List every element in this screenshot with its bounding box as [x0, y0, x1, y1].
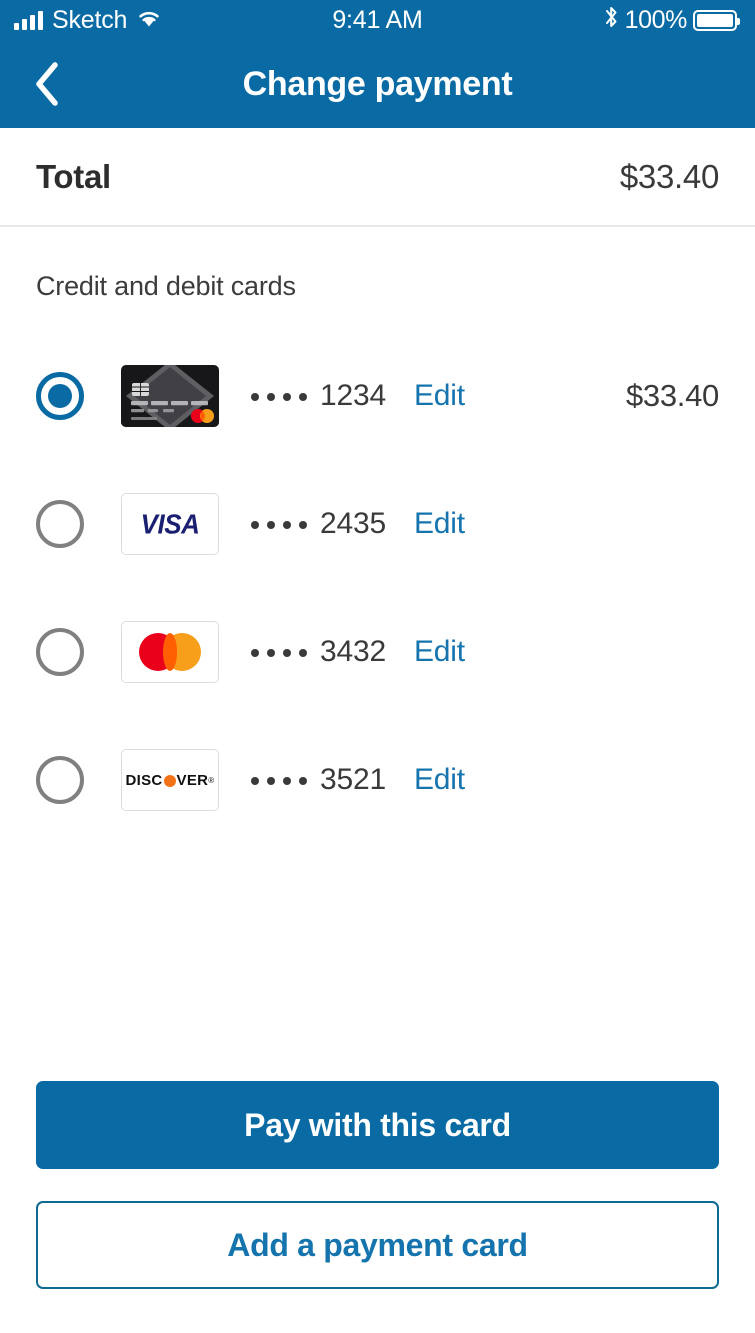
chevron-left-icon — [36, 62, 58, 106]
total-amount: $33.40 — [619, 157, 719, 195]
masked-dots-icon — [251, 393, 307, 401]
status-bar-right: 100% — [604, 5, 740, 36]
payment-card-row[interactable]: 3432 Edit — [0, 588, 755, 716]
visa-card-art: VISA — [121, 493, 219, 555]
app-header: Sketch 9:41 AM 100% Change payment — [0, 0, 755, 128]
radio-unselected[interactable] — [36, 628, 84, 676]
edit-card-link[interactable]: Edit — [414, 763, 465, 797]
card-last4: 1234 — [320, 379, 386, 412]
card-masked-number: 1234 — [251, 379, 386, 413]
edit-card-link[interactable]: Edit — [414, 379, 465, 413]
payment-card-row[interactable]: DISC VER ® 3521 Edit — [0, 716, 755, 844]
radio-selected[interactable] — [36, 372, 84, 420]
masked-dots-icon — [251, 649, 307, 657]
black-card-art — [121, 365, 219, 427]
payment-card-list: 1234 Edit $33.40 VISA 2435 Edit 3432 Edi… — [0, 332, 755, 844]
navigation-bar: Change payment — [0, 40, 755, 128]
card-list-area: Credit and debit cards 1234 Edit $33.40 … — [0, 227, 755, 1081]
payment-card-row[interactable]: VISA 2435 Edit — [0, 460, 755, 588]
masked-dots-icon — [251, 777, 307, 785]
mastercard-card-art — [121, 621, 219, 683]
card-masked-number: 3521 — [251, 763, 386, 797]
card-last4: 3521 — [320, 763, 386, 796]
pay-with-this-card-button[interactable]: Pay with this card — [36, 1081, 719, 1169]
battery-percent-label: 100% — [624, 5, 688, 34]
visa-logo-icon: VISA — [140, 507, 200, 540]
card-last4: 2435 — [320, 507, 386, 540]
discover-logo-icon: DISC VER ® — [125, 771, 215, 789]
footer-actions: Pay with this card Add a payment card — [0, 1081, 755, 1333]
total-label: Total — [36, 157, 111, 195]
card-masked-number: 3432 — [251, 635, 386, 669]
battery-full-icon — [693, 9, 740, 31]
mastercard-logo-icon — [139, 633, 201, 671]
signal-bars-icon — [14, 10, 43, 30]
card-row-amount: $33.40 — [625, 378, 719, 413]
edit-card-link[interactable]: Edit — [414, 507, 465, 541]
status-bar: Sketch 9:41 AM 100% — [0, 0, 755, 40]
page-title: Change payment — [242, 64, 513, 103]
carrier-label: Sketch — [52, 5, 128, 34]
bluetooth-icon — [604, 5, 619, 36]
section-title: Credit and debit cards — [36, 271, 296, 301]
radio-unselected[interactable] — [36, 500, 84, 548]
change-payment-screen: Sketch 9:41 AM 100% Change payment Total… — [0, 0, 755, 1333]
edit-card-link[interactable]: Edit — [414, 635, 465, 669]
status-bar-left: Sketch — [14, 6, 162, 35]
card-last4: 3432 — [320, 635, 386, 668]
discover-card-art: DISC VER ® — [121, 749, 219, 811]
add-a-payment-card-button[interactable]: Add a payment card — [36, 1201, 719, 1289]
payment-card-row[interactable]: 1234 Edit $33.40 — [0, 332, 755, 460]
radio-unselected[interactable] — [36, 756, 84, 804]
card-masked-number: 2435 — [251, 507, 386, 541]
masked-dots-icon — [251, 521, 307, 529]
total-row: Total $33.40 — [0, 128, 755, 227]
wifi-icon — [136, 6, 162, 35]
back-button[interactable] — [16, 53, 78, 115]
